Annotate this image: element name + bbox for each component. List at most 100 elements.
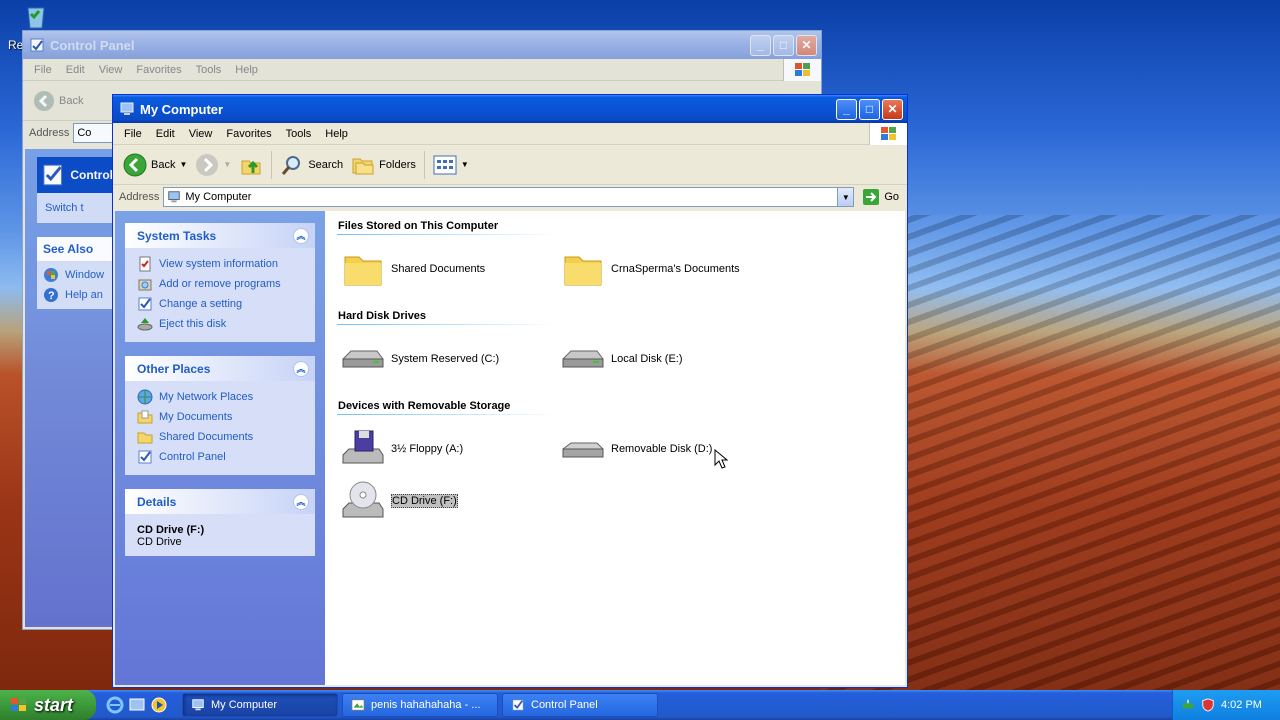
- cp-maximize-button[interactable]: □: [773, 34, 794, 56]
- cp-minimize-button[interactable]: _: [750, 34, 771, 56]
- item-removable-disk-d[interactable]: Removable Disk (D:): [557, 423, 777, 475]
- details-name: CD Drive (F:): [137, 524, 205, 536]
- maximize-button[interactable]: □: [859, 98, 880, 120]
- cp-address-input[interactable]: Co: [73, 123, 114, 143]
- close-button[interactable]: ✕: [882, 98, 903, 120]
- item-shared-documents-label: Shared Documents: [391, 263, 486, 275]
- cp-menu-help[interactable]: Help: [228, 64, 265, 76]
- folders-button[interactable]: Folders: [347, 150, 420, 180]
- my-computer-icon: [120, 102, 134, 115]
- start-label: start: [34, 694, 74, 715]
- menu-view[interactable]: View: [182, 128, 220, 140]
- cp-close-button[interactable]: ✕: [796, 34, 817, 56]
- views-dropdown-icon: ▼: [460, 160, 469, 169]
- address-value: My Computer: [185, 191, 252, 203]
- item-cd-drive-f[interactable]: CD Drive (F:): [337, 475, 557, 527]
- search-icon: [282, 155, 301, 175]
- hard-disk-icon: [342, 350, 384, 368]
- task-add-remove-programs-label: Add or remove programs: [159, 278, 281, 290]
- other-places-header[interactable]: Other Places ︽: [125, 356, 315, 381]
- control-panel-icon: [512, 699, 524, 711]
- task-control-panel-label: Control Panel: [531, 699, 598, 711]
- task-eject-disk[interactable]: Eject this disk: [137, 314, 303, 334]
- task-change-setting[interactable]: Change a setting: [137, 294, 303, 314]
- cp-menu-favorites[interactable]: Favorites: [129, 64, 188, 76]
- minimize-button[interactable]: _: [836, 98, 857, 120]
- item-local-disk-e[interactable]: Local Disk (E:): [557, 333, 777, 385]
- cp-menu-edit[interactable]: Edit: [59, 64, 92, 76]
- menubar: File Edit View Favorites Tools Help: [113, 123, 907, 145]
- go-button[interactable]: Go: [862, 188, 899, 206]
- place-control-panel[interactable]: Control Panel: [137, 447, 303, 467]
- menu-help[interactable]: Help: [318, 128, 355, 140]
- mouse-cursor-icon: [714, 449, 728, 469]
- my-computer-icon: [192, 699, 204, 711]
- item-user-documents[interactable]: CrnaSperma's Documents: [557, 243, 777, 295]
- place-shared-documents[interactable]: Shared Documents: [137, 427, 303, 447]
- address-dropdown-button[interactable]: ▼: [837, 188, 854, 206]
- item-system-reserved-c[interactable]: System Reserved (C:): [337, 333, 557, 385]
- clock[interactable]: 4:02 PM: [1221, 699, 1262, 711]
- other-places-title: Other Places: [137, 361, 211, 376]
- collapse-chevron-icon[interactable]: ︽: [293, 360, 309, 377]
- menu-edit[interactable]: Edit: [149, 128, 182, 140]
- my-computer-window[interactable]: My Computer _ □ ✕ File Edit View Favorit…: [112, 94, 908, 688]
- cp-address-label: Address: [29, 127, 70, 139]
- back-button[interactable]: Back ▼: [119, 150, 191, 180]
- address-bar: Address My Computer ▼ Go: [113, 185, 907, 209]
- task-my-computer[interactable]: My Computer: [182, 693, 338, 717]
- my-computer-titlebar[interactable]: My Computer _ □ ✕: [113, 95, 907, 123]
- details-header[interactable]: Details ︽: [125, 489, 315, 514]
- cd-drive-icon: [342, 481, 384, 518]
- address-computer-icon: [168, 191, 181, 203]
- back-dropdown-icon[interactable]: ▼: [179, 160, 187, 169]
- search-button[interactable]: Search: [276, 150, 347, 180]
- forward-button[interactable]: ▼: [191, 150, 235, 180]
- forward-dropdown-icon[interactable]: ▼: [223, 160, 231, 169]
- cp-back-button[interactable]: Back: [29, 86, 87, 116]
- start-button[interactable]: start: [0, 690, 96, 720]
- recycle-bin-icon[interactable]: [22, 2, 50, 30]
- views-button[interactable]: ▼: [429, 150, 473, 180]
- menu-favorites[interactable]: Favorites: [219, 128, 278, 140]
- task-view-system-info[interactable]: View system information: [137, 254, 303, 274]
- task-control-panel[interactable]: Control Panel: [502, 693, 658, 717]
- folder-icon: [344, 256, 382, 286]
- collapse-chevron-icon[interactable]: ︽: [293, 227, 309, 244]
- cp-see-also-help-link[interactable]: ? Help an: [43, 285, 107, 305]
- menu-tools[interactable]: Tools: [279, 128, 319, 140]
- cp-menubar: File Edit View Favorites Tools Help: [23, 59, 821, 81]
- address-input[interactable]: My Computer ▼: [163, 187, 855, 207]
- menu-file[interactable]: File: [117, 128, 149, 140]
- item-shared-documents[interactable]: Shared Documents: [337, 243, 557, 295]
- help-icon: ?: [44, 288, 58, 302]
- control-panel-titlebar[interactable]: Control Panel _ □ ✕: [23, 31, 821, 59]
- cp-back-arrow-icon: [34, 90, 54, 111]
- cp-left-pane: Control Switch t See Also Window ? Help a…: [25, 149, 113, 627]
- task-paint[interactable]: penis hahahahaha - ...: [342, 693, 498, 717]
- place-my-documents[interactable]: My Documents: [137, 407, 303, 427]
- show-desktop-icon[interactable]: [128, 696, 146, 714]
- collapse-chevron-icon[interactable]: ︽: [293, 493, 309, 510]
- cp-see-also-windows-link[interactable]: Window: [43, 265, 107, 285]
- cp-menu-file[interactable]: File: [27, 64, 59, 76]
- content-area: System Tasks ︽ View system information Ad…: [115, 211, 905, 685]
- system-tasks-header[interactable]: System Tasks ︽: [125, 223, 315, 248]
- item-floppy-a[interactable]: 3½ Floppy (A:): [337, 423, 557, 475]
- place-network[interactable]: My Network Places: [137, 387, 303, 407]
- windows-flag-icon: [11, 698, 26, 711]
- up-folder-button[interactable]: [235, 150, 267, 180]
- svg-text:?: ?: [48, 290, 55, 302]
- safely-remove-hardware-icon[interactable]: [1181, 698, 1195, 712]
- security-shield-icon[interactable]: [1201, 698, 1215, 712]
- cp-switch-view-panel[interactable]: Switch t: [37, 193, 113, 223]
- cp-menu-view[interactable]: View: [92, 64, 130, 76]
- media-player-icon[interactable]: [150, 696, 168, 714]
- task-change-setting-label: Change a setting: [159, 298, 243, 310]
- cp-header-panel: Control: [37, 157, 113, 193]
- task-add-remove-programs[interactable]: Add or remove programs: [137, 274, 303, 294]
- group-removable-title: Devices with Removable Storage: [337, 397, 557, 415]
- cp-menu-tools[interactable]: Tools: [189, 64, 229, 76]
- up-folder-icon: [241, 160, 261, 174]
- internet-explorer-icon[interactable]: [106, 696, 124, 714]
